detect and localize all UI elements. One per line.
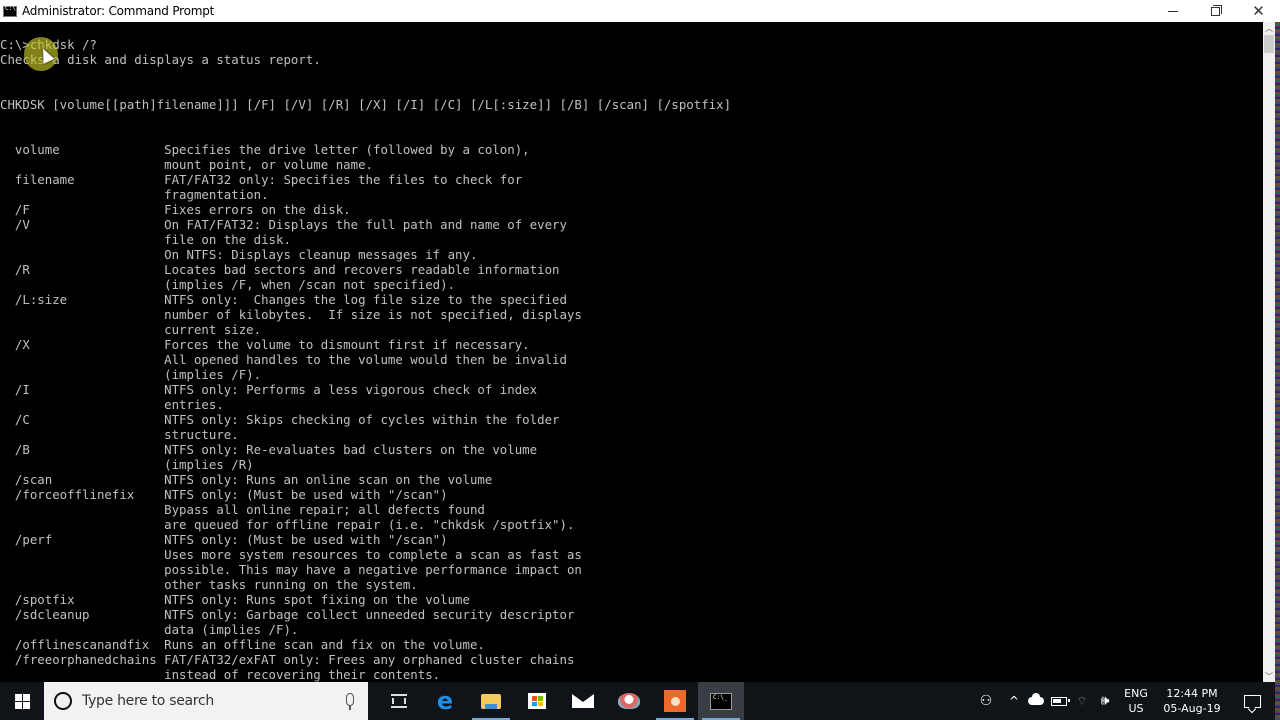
snipping-tool-icon xyxy=(618,693,640,709)
console-line: C:\>chkdsk /? xyxy=(0,37,97,52)
console-line: fragmentation. xyxy=(0,187,269,202)
taskbar: Type here to search e ⚇ ^ ⌔ 🕪 ENG US 12:… xyxy=(0,682,1275,720)
store-icon xyxy=(528,693,546,709)
task-view-icon xyxy=(391,694,407,708)
console-line: /C NTFS only: Skips checking of cycles w… xyxy=(0,412,560,427)
action-center-button[interactable] xyxy=(1229,682,1275,720)
console-line: Bypass all online repair; all defects fo… xyxy=(0,502,485,517)
file-explorer-icon xyxy=(481,693,501,709)
taskbar-snipping-tool[interactable] xyxy=(606,682,652,720)
console-output[interactable]: C:\>chkdsk /?Checks a disk and displays … xyxy=(0,22,1263,682)
vertical-scrollbar[interactable]: ︿ ﹀ xyxy=(1263,22,1275,682)
taskbar-edge[interactable]: e xyxy=(422,682,468,720)
window-controls: ✕ xyxy=(1151,0,1280,22)
console-line: filename FAT/FAT32 only: Specifies the f… xyxy=(0,172,523,187)
console-line: /sdcleanup NTFS only: Garbage collect un… xyxy=(0,607,575,622)
minimize-button[interactable] xyxy=(1151,0,1194,22)
window-titlebar[interactable]: Administrator: Command Prompt ✕ xyxy=(0,0,1280,22)
clock-time: 12:44 PM xyxy=(1166,687,1218,700)
console-line: possible. This may have a negative perfo… xyxy=(0,562,582,577)
console-line: /spotfix NTFS only: Runs spot fixing on … xyxy=(0,592,470,607)
console-line: /F Fixes errors on the disk. xyxy=(0,202,351,217)
console-line: Uses more system resources to complete a… xyxy=(0,547,582,562)
keyboard-region: US xyxy=(1128,702,1144,715)
search-placeholder: Type here to search xyxy=(82,693,214,709)
console-line: number of kilobytes. If size is not spec… xyxy=(0,307,582,322)
console-line: /freeorphanedchains FAT/FAT32/exFAT only… xyxy=(0,652,575,667)
taskbar-mail[interactable] xyxy=(560,682,606,720)
edge-icon: e xyxy=(436,687,454,715)
console-line: other tasks running on the system. xyxy=(0,577,418,592)
maximize-button[interactable] xyxy=(1194,0,1237,22)
console-line: structure. xyxy=(0,427,239,442)
console-line: /scan NTFS only: Runs an online scan on … xyxy=(0,472,493,487)
console-line: /R Locates bad sectors and recovers read… xyxy=(0,262,560,277)
system-tray: ⚇ ^ ⌔ 🕪 ENG US 12:44 PM 05-Aug-19 xyxy=(969,682,1275,720)
console-line: are queued for offline repair (i.e. "chk… xyxy=(0,517,575,532)
windows-logo-icon xyxy=(14,693,30,709)
console-line: /offlinescanandfix Runs an offline scan … xyxy=(0,637,485,652)
battery-icon[interactable] xyxy=(1047,682,1071,720)
console-line: /B NTFS only: Re-evaluates bad clusters … xyxy=(0,442,538,457)
input-language-button[interactable]: ENG US xyxy=(1117,682,1155,720)
clock-button[interactable]: 12:44 PM 05-Aug-19 xyxy=(1155,682,1229,720)
console-line: /forceofflinefix NTFS only: (Must be use… xyxy=(0,487,448,502)
window-title: Administrator: Command Prompt xyxy=(22,4,215,18)
restore-icon xyxy=(1211,4,1222,16)
console-line: volume Specifies the drive letter (follo… xyxy=(0,142,530,157)
console-line: /X Forces the volume to dismount first i… xyxy=(0,337,530,352)
console-line: /I NTFS only: Performs a less vigorous c… xyxy=(0,382,538,397)
console-line: All opened handles to the volume would t… xyxy=(0,352,567,367)
console-line: file on the disk. xyxy=(0,232,291,247)
show-hidden-icons-chevron-icon[interactable]: ^ xyxy=(1003,682,1025,720)
taskbar-store[interactable] xyxy=(514,682,560,720)
mail-icon xyxy=(572,694,594,708)
screen-edge-artifact xyxy=(1275,22,1280,720)
clock-date: 05-Aug-19 xyxy=(1163,702,1221,715)
console-line: (implies /R) xyxy=(0,457,254,472)
taskbar-command-prompt[interactable] xyxy=(698,682,744,720)
scroll-down-button[interactable]: ﹀ xyxy=(1263,670,1275,682)
people-icon[interactable]: ⚇ xyxy=(969,682,1003,720)
command-prompt-icon xyxy=(3,5,17,17)
console-line: data (implies /F). xyxy=(0,622,299,637)
wifi-icon[interactable]: ⌔ xyxy=(1071,682,1093,720)
console-line: /perf NTFS only: (Must be used with "/sc… xyxy=(0,532,448,547)
console-line: mount point, or volume name. xyxy=(0,157,373,172)
command-prompt-icon xyxy=(710,692,732,710)
scroll-thumb[interactable] xyxy=(1264,35,1274,53)
console-line: /L:size NTFS only: Changes the log file … xyxy=(0,292,567,307)
taskbar-presenter[interactable] xyxy=(652,682,698,720)
minimize-icon xyxy=(1167,10,1178,12)
microphone-icon[interactable] xyxy=(346,693,354,710)
close-button[interactable]: ✕ xyxy=(1237,0,1280,22)
console-line: Checks a disk and displays a status repo… xyxy=(0,52,321,67)
start-button[interactable] xyxy=(0,682,44,720)
cortana-icon xyxy=(54,692,72,710)
console-line: On NTFS: Displays cleanup messages if an… xyxy=(0,247,478,262)
console-line: entries. xyxy=(0,397,224,412)
scroll-up-button[interactable]: ︿ xyxy=(1263,22,1275,34)
presenter-app-icon xyxy=(664,690,686,712)
console-line: (implies /F). xyxy=(0,367,262,382)
onedrive-cloud-icon[interactable] xyxy=(1025,682,1047,720)
task-view-button[interactable] xyxy=(376,682,422,720)
console-line: /V On FAT/FAT32: Displays the full path … xyxy=(0,217,567,232)
console-line: current size. xyxy=(0,322,262,337)
taskbar-search-box[interactable]: Type here to search xyxy=(44,682,368,720)
console-line: CHKDSK [volume[[path]filename]]] [/F] [/… xyxy=(0,97,732,112)
console-line: instead of recovering their contents. xyxy=(0,667,441,682)
close-icon: ✕ xyxy=(1252,2,1265,20)
console-text: C:\>chkdsk /?Checks a disk and displays … xyxy=(0,37,731,682)
language-code: ENG xyxy=(1124,687,1148,700)
volume-icon[interactable]: 🕪 xyxy=(1093,682,1117,720)
console-line: (implies /F, when /scan not specified). xyxy=(0,277,456,292)
taskbar-file-explorer[interactable] xyxy=(468,682,514,720)
notification-icon xyxy=(1243,694,1261,708)
